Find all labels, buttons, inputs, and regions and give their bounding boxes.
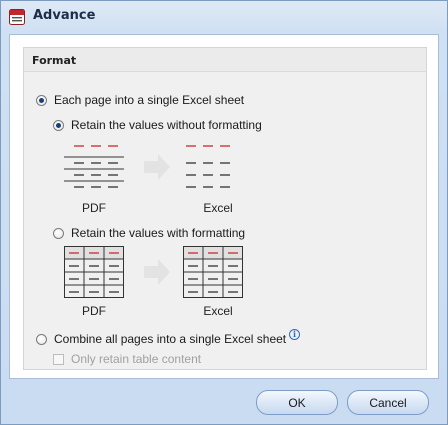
pdf-table-icon (64, 246, 124, 298)
combine-pages-radio[interactable] (36, 334, 47, 345)
each-page-label[interactable]: Each page into a single Excel sheet (54, 93, 244, 107)
diagram1-pdf-caption: PDF (82, 201, 106, 215)
combine-pages-label[interactable]: Combine all pages into a single Excel sh… (54, 332, 286, 346)
excel-plain-icon (186, 145, 230, 188)
advance-dialog: Advance Format Each page into a single E… (0, 0, 448, 425)
table-only-checkbox[interactable] (53, 354, 64, 365)
diagram1-excel-caption: Excel (203, 201, 233, 215)
ok-button[interactable]: OK (256, 390, 338, 415)
each-page-radio[interactable] (36, 95, 47, 106)
diagram2-pdf-caption: PDF (82, 304, 106, 318)
arrow-icon (144, 259, 170, 285)
title-bar[interactable]: Advance (1, 1, 447, 31)
diagram2-excel-caption: Excel (203, 304, 233, 318)
table-only-label[interactable]: Only retain table content (71, 352, 201, 366)
conversion-diagram-formatted (64, 246, 243, 298)
format-header: Format (24, 48, 426, 72)
retain-formatting-label[interactable]: Retain the values with formatting (71, 226, 245, 240)
retain-values-label[interactable]: Retain the values without formatting (71, 118, 262, 132)
retain-values-radio[interactable] (53, 120, 64, 131)
info-icon[interactable]: i (289, 329, 300, 340)
arrow-icon (144, 154, 170, 180)
dialog-content: Format Each page into a single Excel she… (9, 34, 439, 379)
cancel-button[interactable]: Cancel (347, 390, 429, 415)
app-icon (9, 9, 25, 25)
pdf-plain-icon (64, 145, 124, 188)
excel-table-icon (183, 246, 243, 298)
conversion-diagram-plain (64, 145, 230, 188)
format-group: Format Each page into a single Excel she… (23, 47, 427, 370)
retain-formatting-radio[interactable] (53, 228, 64, 239)
window-title: Advance (33, 8, 96, 23)
format-heading: Format (32, 54, 77, 67)
